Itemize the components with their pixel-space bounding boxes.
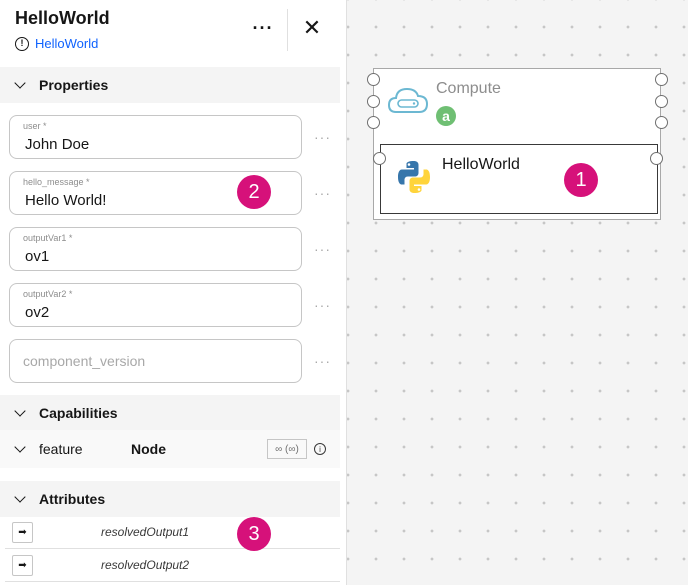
header-divider [287, 9, 288, 51]
attribute-row: ➡ resolvedOutput2 [5, 549, 340, 582]
annotation-badge-2: 2 [237, 175, 271, 209]
output-var2-field[interactable]: outputVar2 * ov2 [9, 283, 302, 327]
output-arrow-icon[interactable]: ➡ [12, 521, 33, 543]
capability-type: Node [131, 441, 166, 457]
node-label: HelloWorld [442, 156, 520, 173]
field-options-button[interactable]: ··· [314, 185, 331, 201]
field-value: ov1 [25, 248, 50, 265]
user-field[interactable]: user * John Doe [9, 115, 302, 159]
compute-port-left[interactable] [367, 116, 380, 129]
topology-canvas[interactable]: Compute a HelloWorld 1 [347, 0, 688, 585]
field-options-button[interactable]: ··· [314, 241, 331, 257]
compute-port-left[interactable] [367, 95, 380, 108]
field-label: outputVar2 * [23, 289, 73, 299]
field-label: outputVar1 * [23, 233, 73, 243]
field-label: user * [23, 121, 47, 131]
capability-name: feature [39, 441, 83, 457]
more-options-button[interactable]: ··· [251, 16, 275, 40]
occurrences-badge: ∞ (∞) [267, 439, 307, 459]
capabilities-section-header[interactable]: Capabilities [0, 395, 340, 431]
info-circle-icon: ! [15, 36, 29, 51]
annotation-badge-1: 1 [564, 163, 598, 197]
attributes-section-header[interactable]: Attributes [0, 481, 340, 517]
compute-port-right[interactable] [655, 116, 668, 129]
field-value: John Doe [25, 136, 90, 153]
field-options-button[interactable]: ··· [314, 129, 331, 145]
artifact-badge: a [436, 106, 456, 126]
compute-node[interactable]: Compute a HelloWorld 1 [367, 68, 668, 220]
field-options-button[interactable]: ··· [314, 353, 331, 369]
compute-port-right[interactable] [655, 95, 668, 108]
output-arrow-icon[interactable]: ➡ [12, 554, 33, 576]
chevron-down-icon [14, 441, 26, 453]
compute-port-right[interactable] [655, 73, 668, 86]
section-label: Capabilities [39, 405, 118, 421]
section-label: Properties [39, 77, 109, 93]
properties-section-header[interactable]: Properties [0, 67, 340, 103]
node-port-right[interactable] [650, 152, 663, 165]
node-port-left[interactable] [373, 152, 386, 165]
field-options-button[interactable]: ··· [314, 297, 331, 313]
attribute-name: resolvedOutput1 [101, 525, 190, 539]
attribute-row: ➡ resolvedOutput1 [5, 516, 340, 549]
cloud-icon [387, 87, 429, 113]
output-var1-field[interactable]: outputVar1 * ov1 [9, 227, 302, 271]
field-value: ov2 [25, 304, 50, 321]
properties-panel: HelloWorld ! HelloWorld ··· ✕ Properties… [0, 0, 347, 585]
capability-row[interactable]: feature Node ∞ (∞) i [0, 430, 340, 468]
field-placeholder: component_version [23, 353, 146, 369]
attribute-name: resolvedOutput2 [101, 558, 190, 572]
compute-port-left[interactable] [367, 73, 380, 86]
info-icon[interactable]: i [314, 443, 326, 455]
annotation-badge-3: 3 [237, 517, 271, 551]
python-icon [398, 161, 430, 193]
section-label: Attributes [39, 491, 106, 507]
component-version-field[interactable]: component_version [9, 339, 302, 383]
compute-label: Compute [436, 80, 501, 97]
helloworld-node[interactable]: HelloWorld 1 [373, 144, 663, 214]
chevron-down-icon [14, 77, 26, 89]
panel-title: HelloWorld [15, 8, 110, 28]
node-type-link[interactable]: HelloWorld [35, 36, 98, 51]
close-panel-button[interactable]: ✕ [300, 15, 324, 40]
chevron-down-icon [14, 491, 26, 503]
panel-subtitle-row: ! HelloWorld [15, 36, 98, 51]
chevron-down-icon [14, 405, 26, 417]
